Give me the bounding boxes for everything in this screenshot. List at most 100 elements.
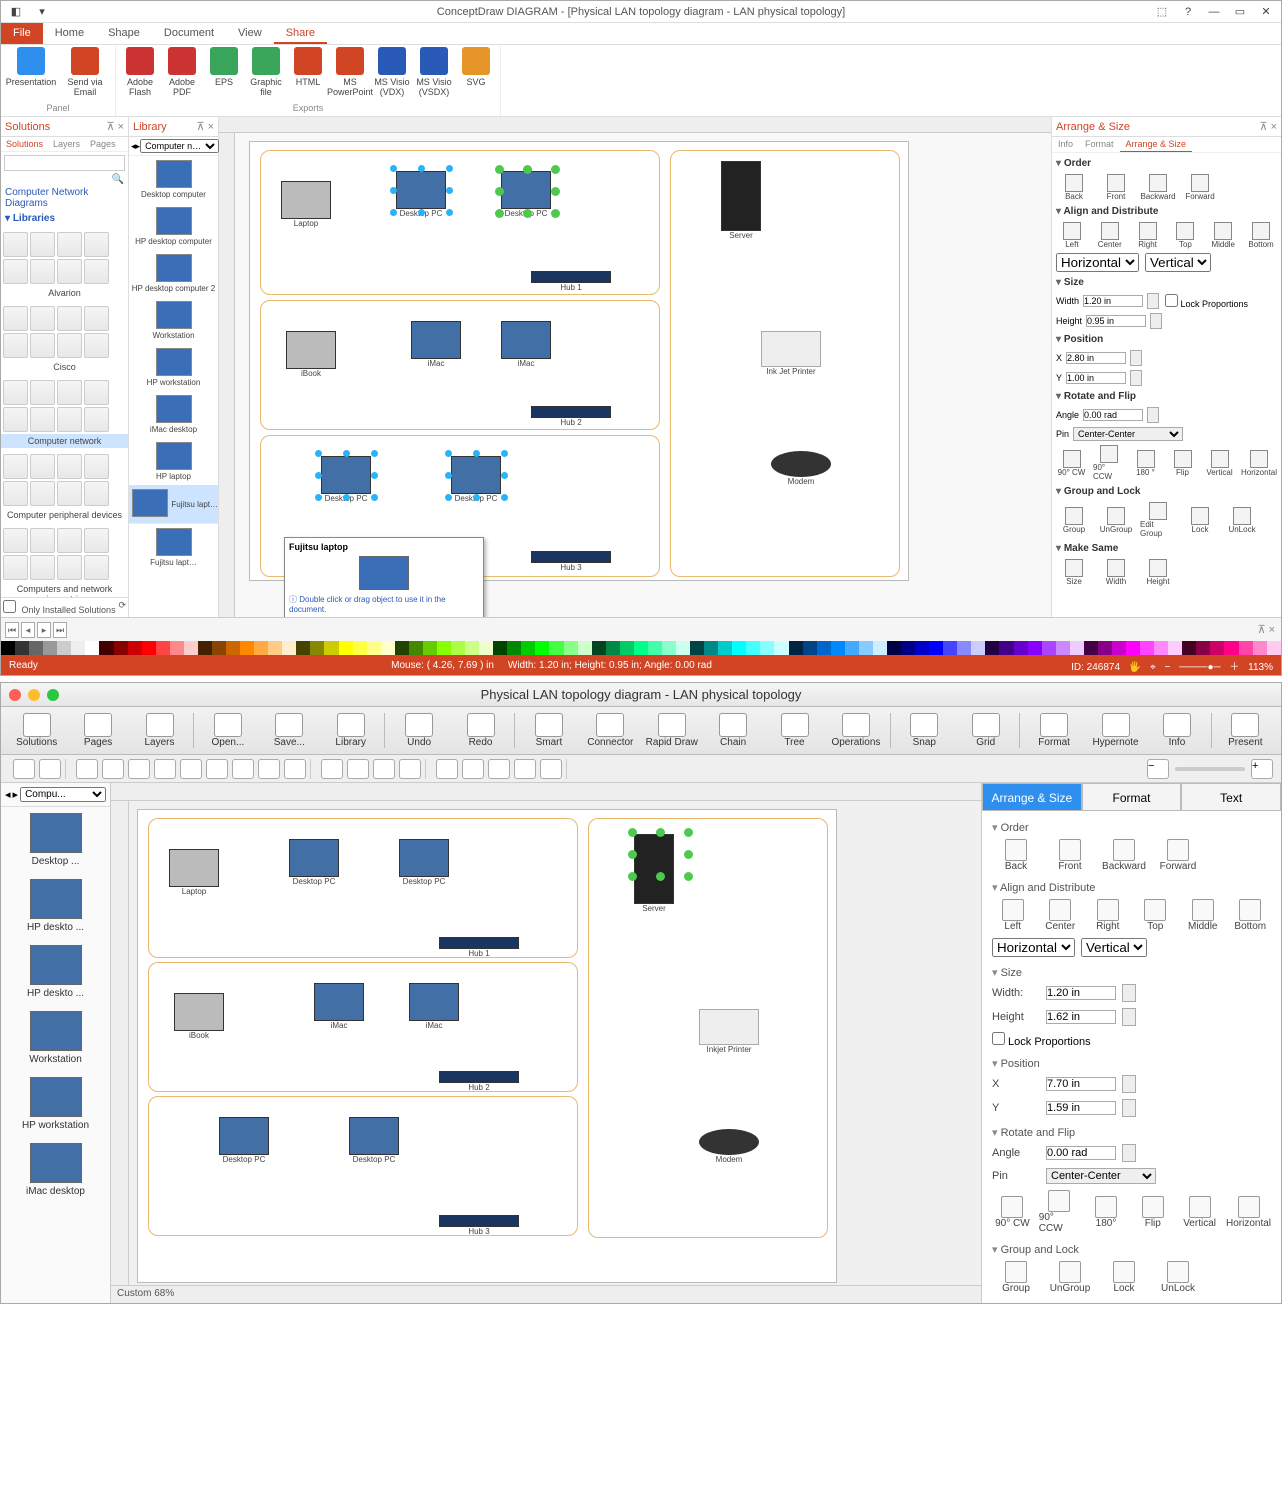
height-spinner[interactable] xyxy=(1150,313,1162,329)
device-hub[interactable]: Hub 3 xyxy=(531,551,611,572)
color-swatch[interactable] xyxy=(1112,641,1126,655)
library-item[interactable]: Fujitsu lapt… xyxy=(129,485,218,524)
color-swatch[interactable] xyxy=(240,641,254,655)
color-swatch[interactable] xyxy=(43,641,57,655)
tool-edit3-icon[interactable] xyxy=(373,759,395,779)
btn-lock[interactable]: Lock xyxy=(1100,1261,1148,1294)
toolbar-grid[interactable]: Grid xyxy=(956,709,1015,752)
color-swatch[interactable] xyxy=(901,641,915,655)
toolbar-format[interactable]: Format xyxy=(1024,709,1083,752)
library-thumb[interactable] xyxy=(3,380,28,405)
tool-rect-icon[interactable] xyxy=(76,759,98,779)
zoom-out-icon[interactable]: − xyxy=(1147,759,1169,779)
pin-select[interactable]: Center-Center xyxy=(1046,1168,1156,1184)
color-swatch[interactable] xyxy=(1028,641,1042,655)
library-thumb[interactable] xyxy=(84,528,109,553)
color-swatch[interactable] xyxy=(198,641,212,655)
status-zoom-out-icon[interactable]: − xyxy=(1165,662,1171,673)
btn-forward[interactable]: Forward xyxy=(1154,839,1202,872)
color-swatch[interactable] xyxy=(817,641,831,655)
tab-prev-icon[interactable]: ◂ xyxy=(21,622,35,638)
color-swatch[interactable] xyxy=(353,641,367,655)
btn-right[interactable]: Right xyxy=(1087,899,1129,932)
solutions-tab-solutions[interactable]: Solutions xyxy=(1,137,48,151)
color-swatch[interactable] xyxy=(1239,641,1253,655)
section-position[interactable]: Position xyxy=(992,1051,1271,1072)
color-swatch[interactable] xyxy=(676,641,690,655)
btn-horizontal[interactable]: Horizontal xyxy=(1226,1196,1271,1229)
device-laptop[interactable]: Laptop xyxy=(281,181,331,228)
color-swatch[interactable] xyxy=(1014,641,1028,655)
tool-text-icon[interactable] xyxy=(128,759,150,779)
menu-home[interactable]: Home xyxy=(43,23,96,44)
library-category-cisco[interactable]: Cisco xyxy=(1,360,128,374)
library-item[interactable]: iMac desktop xyxy=(129,391,218,438)
ribbon-ms-visio-vdx-[interactable]: MS Visio (VDX) xyxy=(374,47,410,102)
pos-y-spinner[interactable] xyxy=(1122,1099,1136,1117)
library-thumb[interactable] xyxy=(3,259,28,284)
section-group-and-lock[interactable]: Group and Lock xyxy=(1056,483,1277,500)
btn-lock[interactable]: Lock xyxy=(1182,507,1218,534)
btn-bottom[interactable]: Bottom xyxy=(1230,899,1272,932)
menu-share[interactable]: Share xyxy=(274,23,327,44)
width-spinner[interactable] xyxy=(1147,293,1159,309)
tool-dropper-icon[interactable] xyxy=(514,759,536,779)
btn--cw[interactable]: 90° CW xyxy=(992,1196,1033,1229)
color-swatch[interactable] xyxy=(957,641,971,655)
library-thumb[interactable] xyxy=(3,232,28,257)
btn--ccw[interactable]: 90° CCW xyxy=(1039,1190,1080,1234)
mac-zoom-label[interactable]: Custom 68% xyxy=(117,1288,174,1299)
color-swatch[interactable] xyxy=(184,641,198,655)
color-swatch[interactable] xyxy=(873,641,887,655)
lock-proportions-checkbox[interactable] xyxy=(1165,294,1178,307)
device-printer[interactable]: Ink Jet Printer xyxy=(761,331,821,376)
ribbon-adobe-flash[interactable]: Adobe Flash xyxy=(122,47,158,102)
mac-lib-selector[interactable]: Compu... xyxy=(20,787,106,802)
device-pc[interactable]: Desktop PC xyxy=(219,1117,269,1164)
pos-x-spinner[interactable] xyxy=(1122,1075,1136,1093)
mac-library-item[interactable]: HP deskto ... xyxy=(1,873,110,939)
ribbon-adobe-pdf[interactable]: Adobe PDF xyxy=(164,47,200,102)
device-laptop[interactable]: iBook xyxy=(174,993,224,1040)
library-thumb[interactable] xyxy=(57,232,82,257)
btn-vertical[interactable]: Vertical xyxy=(1179,1196,1220,1229)
library-thumb[interactable] xyxy=(3,528,28,553)
tool-select-icon[interactable] xyxy=(39,759,61,779)
library-pin-icon[interactable]: ⊼ × xyxy=(196,120,214,133)
mac-library-item[interactable]: HP workstation xyxy=(1,1071,110,1137)
color-swatch[interactable] xyxy=(310,641,324,655)
device-pc[interactable]: iMac xyxy=(411,321,461,368)
only-installed-checkbox[interactable] xyxy=(3,600,16,613)
titlebar-misc-icon[interactable]: ⬚ xyxy=(1151,3,1173,21)
minimize-button[interactable]: — xyxy=(1203,3,1225,21)
btn--ccw[interactable]: 90° CCW xyxy=(1093,445,1124,481)
color-swatch[interactable] xyxy=(324,641,338,655)
device-pc[interactable]: Desktop PC xyxy=(501,171,551,218)
library-category-alvarion[interactable]: Alvarion xyxy=(1,286,128,300)
btn-vertical[interactable]: Vertical xyxy=(1204,450,1235,477)
color-swatch[interactable] xyxy=(1168,641,1182,655)
color-swatch[interactable] xyxy=(859,641,873,655)
color-swatch[interactable] xyxy=(1182,641,1196,655)
library-thumb[interactable] xyxy=(30,528,55,553)
angle-input[interactable] xyxy=(1083,409,1143,421)
color-swatch[interactable] xyxy=(156,641,170,655)
ribbon-send-via-email[interactable]: Send via Email xyxy=(61,47,109,102)
library-item[interactable]: Desktop computer xyxy=(129,156,218,203)
btn-top[interactable]: Top xyxy=(1169,222,1201,249)
library-item[interactable]: HP desktop computer 2 xyxy=(129,250,218,297)
library-item[interactable]: Fujitsu lapt… xyxy=(129,524,218,571)
pos-y-input[interactable] xyxy=(1066,372,1126,384)
color-swatch[interactable] xyxy=(1098,641,1112,655)
color-swatch[interactable] xyxy=(507,641,521,655)
library-thumb[interactable] xyxy=(57,259,82,284)
device-hub[interactable]: Hub 1 xyxy=(439,937,519,958)
color-swatch[interactable] xyxy=(1042,641,1056,655)
section-rotate-and-flip[interactable]: Rotate and Flip xyxy=(1056,388,1277,405)
btn-backward[interactable]: Backward xyxy=(1140,174,1176,201)
arrange-tab-info[interactable]: Info xyxy=(1052,137,1079,152)
solutions-search[interactable] xyxy=(4,155,125,171)
color-swatch[interactable] xyxy=(845,641,859,655)
color-swatch[interactable] xyxy=(1196,641,1210,655)
section-rotate-and-flip[interactable]: Rotate and Flip xyxy=(992,1120,1271,1141)
